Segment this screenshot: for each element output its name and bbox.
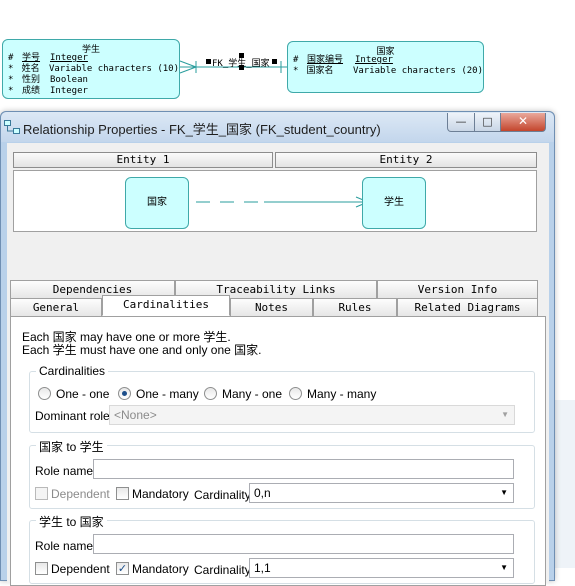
diagram-canvas[interactable]: 学生 # 学号 Integer * 姓名 Variable characters (10…: [0, 0, 575, 112]
entity-column: * 姓名 Variable characters (10): [8, 64, 179, 74]
preview-relationship-line: [196, 196, 369, 208]
tab-rules[interactable]: Rules: [313, 298, 397, 317]
cardinalities-group: Cardinalities One - one One - many Many …: [29, 364, 535, 433]
dominant-role-value: <None>: [114, 408, 157, 422]
entity-student[interactable]: 学生 # 学号 Integer * 姓名 Variable characters (10…: [2, 39, 180, 99]
cardinality-value: 1,1: [254, 561, 271, 575]
chevron-down-icon: ▼: [501, 410, 509, 419]
radio-one-one[interactable]: [38, 387, 51, 400]
close-button[interactable]: ✕: [500, 113, 546, 132]
entity1-header-button[interactable]: Entity 1: [13, 152, 273, 168]
cardinalities-group-title: Cardinalities: [36, 364, 109, 378]
dependent-checkbox[interactable]: [35, 562, 48, 575]
entity-column: * 性别 Boolean: [8, 75, 88, 85]
entity-country[interactable]: 国家 # 国家编号 Integer * 国家名 Variable characters …: [287, 41, 484, 93]
maximize-button[interactable]: □: [474, 113, 501, 132]
background-window-edge: [555, 400, 575, 568]
role-name-label: Role name:: [35, 464, 97, 478]
role-group-title: 学生 to 国家: [36, 513, 107, 530]
radio-many-one[interactable]: [204, 387, 217, 400]
entity-student-title: 学生: [81, 45, 100, 55]
radio-many-one-label[interactable]: Many - one: [222, 387, 282, 401]
cardinality-label: Cardinality:: [194, 563, 255, 577]
radio-many-many[interactable]: [289, 387, 302, 400]
role-group-title: 国家 to 学生: [36, 438, 107, 455]
dominant-role-select[interactable]: <None> ▼: [109, 405, 515, 425]
role-country-to-student-group: 国家 to 学生 Role name: Dependent Mandatory …: [29, 438, 535, 509]
chevron-down-icon: ▼: [500, 488, 508, 497]
dependent-checkbox[interactable]: [35, 487, 48, 500]
relationship-properties-dialog[interactable]: Relationship Properties - FK_学生_国家 (FK_s…: [0, 111, 555, 586]
selection-handle[interactable]: [272, 59, 277, 64]
cardinality-select[interactable]: 0,n ▼: [249, 483, 514, 503]
entity2-header-button[interactable]: Entity 2: [275, 152, 537, 168]
role-name-label: Role name:: [35, 539, 97, 553]
entity-country-title: 国家: [376, 47, 395, 57]
selection-handle[interactable]: [206, 59, 211, 64]
dialog-title: Relationship Properties - FK_学生_国家 (FK_s…: [23, 122, 381, 137]
tab-version-info[interactable]: Version Info: [377, 280, 538, 299]
entity-column: * 成绩 Integer: [8, 86, 88, 96]
dialog-client-area: Entity 1 Entity 2 国家 学生 Dependencies Tra…: [7, 143, 549, 586]
role-name-input[interactable]: [93, 459, 514, 479]
tab-related-diagrams[interactable]: Related Diagrams: [397, 298, 538, 317]
relationship-label[interactable]: FK_学生_国家: [212, 56, 270, 69]
cardinalities-panel: Each 国家 may have one or more 学生. Each 学生…: [10, 316, 546, 586]
preview-entity-right: 学生: [362, 177, 426, 229]
minimize-button[interactable]: —: [447, 113, 475, 132]
entity-column: * 国家名 Variable characters (20): [293, 66, 483, 76]
mandatory-label[interactable]: Mandatory: [132, 487, 189, 501]
radio-one-many-label[interactable]: One - many: [136, 387, 199, 401]
dependent-label[interactable]: Dependent: [51, 487, 110, 501]
radio-one-many[interactable]: [118, 387, 131, 400]
mandatory-checkbox[interactable]: ✓: [116, 562, 129, 575]
cardinality-label: Cardinality:: [194, 488, 255, 502]
dependent-label[interactable]: Dependent: [51, 562, 110, 576]
cardinality-value: 0,n: [254, 486, 271, 500]
tab-notes[interactable]: Notes: [230, 298, 313, 317]
tab-general[interactable]: General: [10, 298, 102, 317]
entity-column: # 国家编号 Integer: [293, 55, 393, 65]
preview-entity-left: 国家: [125, 177, 189, 229]
cardinality-sentence-2: Each 学生 must have one and only one 国家.: [22, 343, 262, 357]
relationship-preview: 国家 学生: [13, 170, 537, 232]
role-name-input[interactable]: [93, 534, 514, 554]
cardinality-select[interactable]: 1,1 ▼: [249, 558, 514, 578]
mandatory-label[interactable]: Mandatory: [132, 562, 189, 576]
radio-one-one-label[interactable]: One - one: [56, 387, 109, 401]
radio-many-many-label[interactable]: Many - many: [307, 387, 376, 401]
role-student-to-country-group: 学生 to 国家 Role name: Dependent ✓ Mandator…: [29, 513, 535, 584]
mandatory-checkbox[interactable]: [116, 487, 129, 500]
chevron-down-icon: ▼: [500, 563, 508, 572]
relationship-icon: [4, 120, 20, 134]
tab-cardinalities[interactable]: Cardinalities: [102, 295, 230, 316]
dialog-titlebar[interactable]: Relationship Properties - FK_学生_国家 (FK_s…: [1, 112, 554, 142]
dominant-role-label: Dominant role:: [35, 409, 114, 423]
